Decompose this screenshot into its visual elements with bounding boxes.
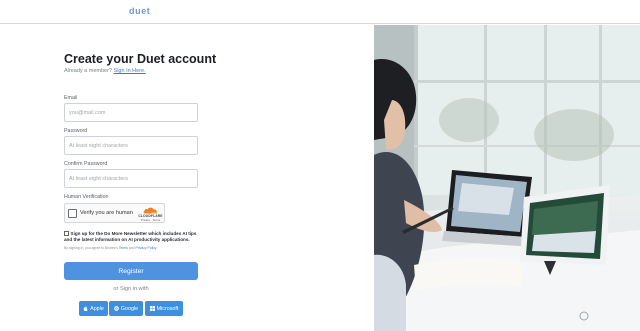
captcha-label: Verify you are human xyxy=(80,210,133,216)
terms-notice: By signing in, you agree to Biortex's Te… xyxy=(64,246,157,250)
microsoft-signin-button[interactable]: Microsoft xyxy=(145,301,183,316)
google-signin-label: Google xyxy=(120,305,139,312)
or-sign-in-text: or Sign in with xyxy=(113,286,149,292)
cloudflare-links[interactable]: Privacy · Terms xyxy=(137,218,164,222)
microsoft-icon xyxy=(149,306,155,311)
terms-prefix: By signing in, you agree to Biortex's xyxy=(64,246,118,250)
sign-in-prompt: Already a member? Sign In Here. xyxy=(64,68,146,74)
apple-signin-button[interactable]: Apple xyxy=(79,301,108,316)
microsoft-signin-label: Microsoft xyxy=(156,305,179,312)
top-bar: duet xyxy=(0,0,640,24)
confirm-password-label: Confirm Password xyxy=(64,161,108,167)
newsletter-text: Sign up for the Do More Newsletter which… xyxy=(64,231,197,243)
privacy-policy-link[interactable]: Privacy Policy xyxy=(136,246,157,250)
apple-signin-label: Apple xyxy=(90,305,104,312)
newsletter-optin: Sign up for the Do More Newsletter which… xyxy=(64,231,204,244)
captcha-widget[interactable]: Verify you are human CLOUDFLARE Privacy … xyxy=(64,203,165,223)
hero-illustration xyxy=(374,25,640,331)
confirm-password-field[interactable] xyxy=(64,169,198,188)
google-signin-button[interactable]: Google xyxy=(109,301,143,316)
sign-in-link[interactable]: Sign In Here. xyxy=(114,68,146,74)
email-field[interactable] xyxy=(64,103,198,122)
cloudflare-logo-icon xyxy=(143,207,157,214)
google-icon xyxy=(113,306,119,311)
register-button[interactable]: Register xyxy=(64,262,198,280)
duet-logo[interactable]: duet xyxy=(129,6,150,16)
password-field[interactable] xyxy=(64,136,198,155)
email-label: Email xyxy=(64,95,78,101)
newsletter-checkbox[interactable] xyxy=(64,231,69,236)
signup-form: Create your Duet account Already a membe… xyxy=(0,25,374,331)
page-title: Create your Duet account xyxy=(64,52,217,66)
apple-icon xyxy=(83,306,88,311)
hero-photo xyxy=(374,25,640,331)
cloudflare-logo: CLOUDFLARE Privacy · Terms xyxy=(137,207,164,222)
human-verification-label: Human Verification xyxy=(64,194,109,200)
already-member-text: Already a member? xyxy=(64,68,112,74)
password-label: Password xyxy=(64,128,88,134)
terms-and: and xyxy=(128,246,135,250)
terms-link[interactable]: Terms xyxy=(119,246,128,250)
captcha-checkbox[interactable] xyxy=(68,209,77,218)
